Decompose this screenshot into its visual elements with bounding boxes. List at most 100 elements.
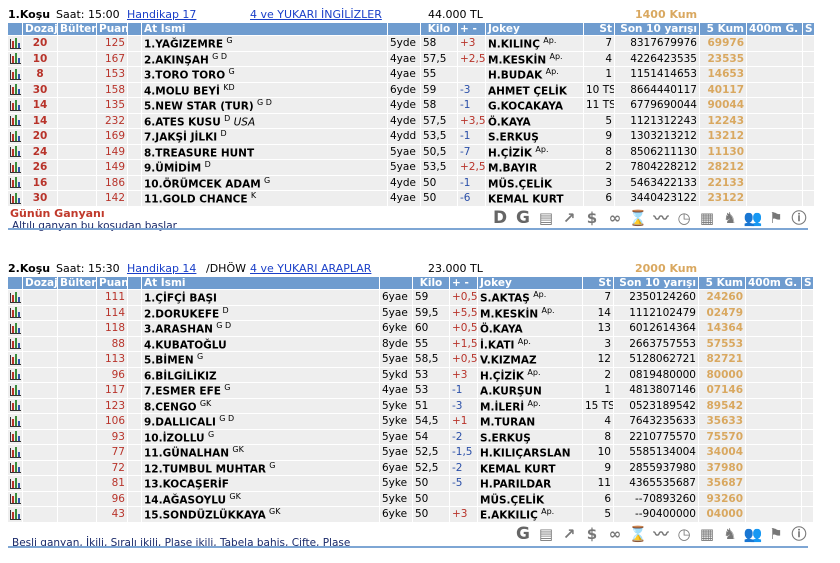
horse-name[interactable]: 3.TORO TORO (144, 70, 225, 82)
horse-name-cell[interactable]: 5.NEW STAR (TUR) G D (142, 98, 387, 113)
bar-chart-icon[interactable] (10, 369, 21, 381)
col-kum5[interactable]: 5 Kum (700, 23, 746, 35)
stats-cell[interactable] (8, 51, 22, 66)
horse-name-cell[interactable]: 8.TREASURE HUNT (142, 144, 387, 159)
bar-chart-icon[interactable] (10, 130, 21, 142)
people-icon[interactable]: 👥 (744, 525, 763, 543)
horse-name[interactable]: 2.AKINŞAH (144, 54, 209, 66)
jockey-cell[interactable]: H.ÇİZİK Ap. (486, 144, 583, 159)
calculator-icon[interactable]: ▦ (698, 209, 716, 227)
race-group[interactable]: 4 ve YUKARI ARAPLAR (250, 262, 371, 275)
jockey[interactable]: MÜS.ÇELİK (488, 178, 552, 190)
horse-name-cell[interactable]: 11.GÜNALHAN GK (142, 445, 379, 460)
table-row[interactable]: 118 3.ARASHAN G D 6yke 60 +0,5 Ö.KAYA 13… (8, 321, 813, 336)
jockey-cell[interactable]: Ö.KAYA (478, 321, 582, 336)
horse-name[interactable]: 11.GOLD CHANCE (144, 194, 248, 206)
stopwatch-icon[interactable]: ◷ (675, 525, 693, 543)
table-row[interactable]: 43 15.SONDÜZLÜKKAYA GK 6yke 50 +3 E.AKKI… (8, 507, 813, 522)
horse-name-cell[interactable]: 11.GOLD CHANCE K (142, 191, 387, 206)
table-row[interactable]: 88 4.KUBATOĞLU 8yde 55 +1,5 İ.KATI Ap. 3… (8, 336, 813, 351)
stats-cell[interactable] (8, 460, 22, 475)
horse-head-icon[interactable]: ♞ (721, 525, 739, 543)
bar-chart-icon[interactable] (10, 462, 21, 474)
jockey[interactable]: M.BAYIR (488, 163, 537, 175)
jockey[interactable]: N.KILINÇ (488, 39, 540, 51)
bar-chart-icon[interactable] (10, 446, 21, 458)
bar-chart-icon[interactable] (10, 322, 21, 334)
jockey-cell[interactable]: H.BUDAK Ap. (486, 67, 583, 82)
stats-cell[interactable] (8, 290, 22, 305)
table-row[interactable]: 8 153 3.TORO TORO G 4yae 55 H.BUDAK Ap. … (8, 67, 814, 82)
table-row[interactable]: 113 5.BİMEN G 5yae 58,5 +0,5 V.KIZMAZ 12… (8, 352, 813, 367)
race-type[interactable]: Handikap 17 (127, 8, 196, 21)
stats-cell[interactable] (8, 383, 22, 398)
stats-cell[interactable] (8, 191, 22, 206)
col-jockey[interactable]: Jokey (478, 277, 582, 289)
jockey-cell[interactable]: S.AKTAŞ Ap. (478, 290, 582, 305)
race-type[interactable]: Handikap 14 (127, 262, 196, 275)
jockey[interactable]: Ö.KAYA (480, 324, 523, 336)
jockey-cell[interactable]: İ.KATI Ap. (478, 336, 582, 351)
chart-arrow-icon[interactable]: ↗ (560, 209, 578, 227)
col-kum5[interactable]: 5 Kum (699, 277, 745, 289)
col-dozaj[interactable]: Dozaj (23, 277, 57, 289)
table-row[interactable]: 30 142 11.GOLD CHANCE K 4yae 50 -6 KEMAL… (8, 191, 814, 206)
jockey[interactable]: S.AKTAŞ (480, 293, 530, 305)
col-puan[interactable]: Puan (97, 23, 127, 35)
dollar-icon[interactable]: $ (583, 525, 601, 543)
stats-cell[interactable] (8, 67, 22, 82)
bar-chart-icon[interactable] (10, 291, 21, 303)
col-st[interactable]: St (583, 277, 613, 289)
table-row[interactable]: 26 149 9.ÜMİDİM D 5yae 53,5 +2,5 M.BAYIR… (8, 160, 814, 175)
horse-name[interactable]: 1.ÇİFÇİ BAŞI (144, 293, 217, 305)
jockey[interactable]: H.KILIÇARSLAN (480, 448, 571, 460)
jockey-cell[interactable]: N.KILINÇ Ap. (486, 36, 583, 51)
horse-name[interactable]: 6.BİLGİLİKIZ (144, 370, 217, 382)
horse-name-cell[interactable]: 9.ÜMİDİM D (142, 160, 387, 175)
bar-chart-icon[interactable] (10, 384, 21, 396)
table-row[interactable]: 96 14.AĞASOYLU GK 5yke 50 MÜS.ÇELİK 6 --… (8, 491, 813, 506)
col-name[interactable]: At İsmi (142, 23, 387, 35)
bar-chart-icon[interactable] (10, 115, 21, 127)
table-row[interactable]: 123 8.CENGO GK 5yke 51 -3 M.İLERİ Ap. 15… (8, 398, 813, 413)
bar-chart-icon[interactable] (10, 508, 21, 520)
bar-chart-icon[interactable] (10, 161, 21, 173)
calculator-icon[interactable]: ▦ (698, 525, 716, 543)
horse-name[interactable]: 2.DORUKEFE (144, 308, 219, 320)
jockey[interactable]: M.KESKİN (488, 54, 546, 66)
bar-chart-icon[interactable] (10, 99, 21, 111)
jockey-cell[interactable]: M.BAYIR (486, 160, 583, 175)
horse-name-cell[interactable]: 9.DALLICALI G D (142, 414, 379, 429)
horse-name[interactable]: 1.YAĞIZEMRE (144, 39, 223, 51)
stats-cell[interactable] (8, 352, 22, 367)
horse-name[interactable]: 6.ATES KUSU (144, 116, 221, 128)
horse-name[interactable]: 5.BİMEN (144, 355, 194, 367)
jockey-cell[interactable]: MÜS.ÇELİK (486, 175, 583, 190)
people-icon[interactable]: 👥 (744, 209, 763, 227)
jockey-cell[interactable]: E.AKKILIÇ Ap. (478, 507, 582, 522)
col-name[interactable]: At İsmi (142, 277, 379, 289)
col-puan[interactable]: Puan (97, 277, 127, 289)
jockey-cell[interactable]: KEMAL KURT (478, 460, 582, 475)
bar-chart-icon[interactable] (10, 477, 21, 489)
stats-cell[interactable] (8, 98, 22, 113)
table-row[interactable]: 117 7.ESMER EFE G 4yae 53 -1 A.KURŞUN 1 … (8, 383, 813, 398)
horse-name[interactable]: 7.JAKŞİ JİLKI (144, 132, 217, 144)
jockey[interactable]: M.TURAN (480, 417, 535, 429)
jockey[interactable]: H.ÇİZİK (480, 370, 524, 382)
jockey[interactable]: KEMAL KURT (480, 463, 555, 475)
jockey-cell[interactable]: MÜS.ÇELİK (478, 491, 582, 506)
dollar-icon[interactable]: $ (583, 209, 601, 227)
horse-name-cell[interactable]: 3.TORO TORO G (142, 67, 387, 82)
col-s[interactable]: S (802, 277, 813, 289)
col-kilo[interactable]: Kilo (413, 277, 449, 289)
table-row[interactable]: 20 125 1.YAĞIZEMRE G 5yde 58 +3 N.KILINÇ… (8, 36, 814, 51)
col-m400[interactable]: 400m G. (747, 23, 802, 35)
stats-cell[interactable] (8, 305, 22, 320)
jockey-cell[interactable]: M.İLERİ Ap. (478, 398, 582, 413)
table-row[interactable]: 114 2.DORUKEFE D 5yae 59,5 +5,5 M.KESKİN… (8, 305, 813, 320)
bar-chart-icon[interactable] (10, 84, 21, 96)
horse-name-cell[interactable]: 14.AĞASOYLU GK (142, 491, 379, 506)
horse-name-cell[interactable]: 2.DORUKEFE D (142, 305, 379, 320)
chart-arrow-icon[interactable]: ↗ (560, 525, 578, 543)
